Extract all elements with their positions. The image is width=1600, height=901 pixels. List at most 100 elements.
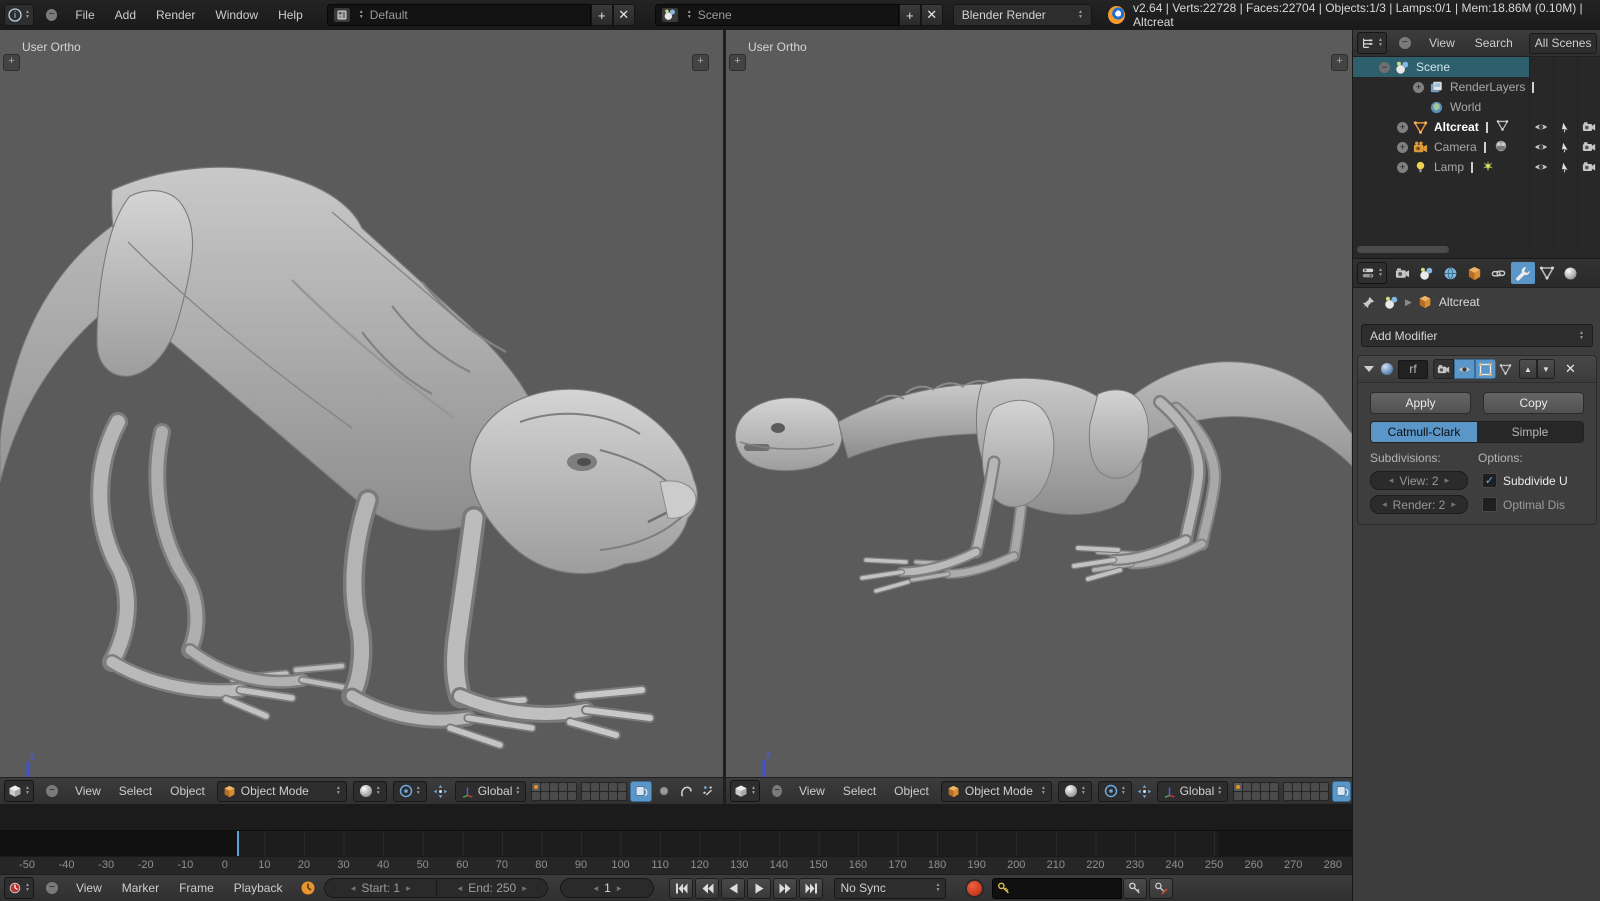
snap-toggle[interactable] xyxy=(698,782,718,801)
properties-region-expand-icon[interactable] xyxy=(692,54,709,71)
tab-render[interactable] xyxy=(1391,262,1415,284)
outliner-row-renderlayers[interactable]: + RenderLayers xyxy=(1353,77,1600,97)
end-frame-field[interactable]: End: 250 xyxy=(436,879,548,897)
render-visibility-toggle[interactable] xyxy=(1433,359,1454,379)
editor-type-3dview-button[interactable] xyxy=(4,780,34,802)
shading-select[interactable] xyxy=(353,781,387,802)
manipulator-toggle[interactable] xyxy=(1136,782,1153,801)
collapse-menus-icon[interactable] xyxy=(1399,37,1411,49)
keying-set-field[interactable] xyxy=(992,878,1122,899)
play-reverse-button[interactable] xyxy=(721,878,745,899)
editor-type-info-button[interactable]: i xyxy=(4,4,34,26)
expand-icon[interactable]: + xyxy=(1413,82,1424,93)
editor-type-timeline-button[interactable] xyxy=(4,877,34,899)
menu-select[interactable]: Select xyxy=(110,784,161,798)
outliner-row-lamp[interactable]: + Lamp xyxy=(1353,157,1600,177)
selectable-toggle[interactable] xyxy=(1553,137,1577,157)
next-keyframe-button[interactable] xyxy=(773,878,797,899)
collapse-menus-icon[interactable] xyxy=(772,785,782,797)
orientation-select[interactable]: Global xyxy=(455,781,527,802)
menu-frame[interactable]: Frame xyxy=(169,881,224,895)
mode-select[interactable]: Object Mode xyxy=(941,781,1052,802)
auto-keyframe-record-button[interactable] xyxy=(965,879,984,898)
collapse-menus-icon[interactable] xyxy=(46,785,58,797)
menu-add[interactable]: Add xyxy=(105,8,146,22)
collapse-menus-icon[interactable] xyxy=(46,9,57,21)
add-scene-button[interactable]: + xyxy=(899,4,921,26)
tab-material[interactable] xyxy=(1559,262,1583,284)
copy-button[interactable]: Copy xyxy=(1483,392,1584,414)
tab-world[interactable] xyxy=(1439,262,1463,284)
optimal-display-checkbox[interactable]: Optimal Dis xyxy=(1482,497,1565,512)
collapse-icon[interactable]: − xyxy=(1379,62,1390,73)
viewport-left[interactable]: User Ortho z x y (1) Altcreat View Selec… xyxy=(0,30,723,804)
insert-keyframe-button[interactable] xyxy=(1123,878,1147,899)
creature-model-side[interactable] xyxy=(726,30,1352,778)
tab-object-data[interactable] xyxy=(1535,262,1559,284)
lock-to-scene-toggle[interactable] xyxy=(630,781,652,802)
simple-option[interactable]: Simple xyxy=(1477,422,1583,442)
jump-to-end-button[interactable] xyxy=(799,878,823,899)
timeline-ruler[interactable]: -50-40-30-20-100102030405060708090100110… xyxy=(0,856,1352,875)
render-subdivisions-field[interactable]: Render: 2 xyxy=(1370,495,1468,514)
menu-help[interactable]: Help xyxy=(268,8,313,22)
toolshelf-expand-icon[interactable] xyxy=(729,54,746,71)
tab-modifiers[interactable] xyxy=(1511,262,1535,284)
current-frame-marker[interactable] xyxy=(237,831,239,857)
editor-type-outliner-button[interactable] xyxy=(1357,32,1387,54)
current-frame-field[interactable]: 1 xyxy=(560,878,654,898)
layers-group-2[interactable] xyxy=(1283,782,1329,801)
expand-modifier-icon[interactable] xyxy=(1364,366,1374,372)
hide-toggle[interactable] xyxy=(1529,137,1553,157)
mode-select[interactable]: Object Mode xyxy=(217,781,347,802)
editmode-visibility-toggle[interactable] xyxy=(1475,359,1496,379)
menu-playback[interactable]: Playback xyxy=(224,881,293,895)
menu-view[interactable]: View xyxy=(66,784,110,798)
outliner-row-scene[interactable]: − Scene xyxy=(1353,57,1600,77)
tab-constraints[interactable] xyxy=(1487,262,1511,284)
breadcrumb-object-icon[interactable] xyxy=(1418,295,1432,309)
pin-icon[interactable] xyxy=(1361,295,1376,310)
catmull-clark-option[interactable]: Catmull-Clark xyxy=(1371,422,1477,442)
menu-render[interactable]: Render xyxy=(146,8,205,22)
move-down-button[interactable]: ▼ xyxy=(1537,359,1555,379)
tab-object[interactable] xyxy=(1463,262,1487,284)
start-frame-field[interactable]: Start: 1 xyxy=(325,879,436,897)
editor-type-properties-button[interactable] xyxy=(1357,262,1387,284)
row-label[interactable]: Camera xyxy=(1434,140,1477,154)
viewport-right[interactable]: User Ortho z y (1) Altcreat View Select … xyxy=(726,30,1352,804)
breadcrumb-scene-icon[interactable] xyxy=(1384,295,1399,310)
subdivide-uv-check-icon[interactable] xyxy=(1482,473,1497,488)
menu-object[interactable]: Object xyxy=(161,784,214,798)
outliner-row-camera[interactable]: + Camera xyxy=(1353,137,1600,157)
add-modifier-select[interactable]: Add Modifier xyxy=(1361,324,1593,347)
menu-file[interactable]: File xyxy=(65,8,104,22)
menu-view[interactable]: View xyxy=(1419,36,1465,50)
menu-object[interactable]: Object xyxy=(885,784,938,798)
lock-to-scene-toggle[interactable] xyxy=(1332,781,1351,802)
add-layout-button[interactable]: + xyxy=(591,4,613,26)
expand-icon[interactable]: + xyxy=(1397,142,1408,153)
menu-window[interactable]: Window xyxy=(205,8,268,22)
editor-type-3dview-button[interactable] xyxy=(730,780,760,802)
display-scope-select[interactable]: All Scenes xyxy=(1529,33,1598,54)
orientation-select[interactable]: Global xyxy=(1157,781,1229,802)
play-button[interactable] xyxy=(747,878,771,899)
menu-marker[interactable]: Marker xyxy=(112,881,169,895)
hide-toggle[interactable] xyxy=(1529,157,1553,177)
delete-layout-button[interactable]: ✕ xyxy=(613,4,635,26)
expand-icon[interactable]: + xyxy=(1397,162,1408,173)
shading-select[interactable] xyxy=(1058,781,1092,802)
row-label[interactable]: Altcreat xyxy=(1434,120,1479,134)
hide-toggle[interactable] xyxy=(1529,117,1553,137)
layers-group-1[interactable] xyxy=(1233,782,1279,801)
properties-region-expand-icon[interactable] xyxy=(1331,54,1348,71)
row-label[interactable]: Lamp xyxy=(1434,160,1464,174)
apply-button[interactable]: Apply xyxy=(1370,392,1471,414)
scene-field[interactable]: Scene xyxy=(655,4,899,26)
renderable-toggle[interactable] xyxy=(1577,137,1600,157)
proportional-edit-toggle[interactable] xyxy=(654,782,674,801)
delete-scene-button[interactable]: ✕ xyxy=(921,4,943,26)
menu-select[interactable]: Select xyxy=(834,784,885,798)
selectable-toggle[interactable] xyxy=(1553,157,1577,177)
